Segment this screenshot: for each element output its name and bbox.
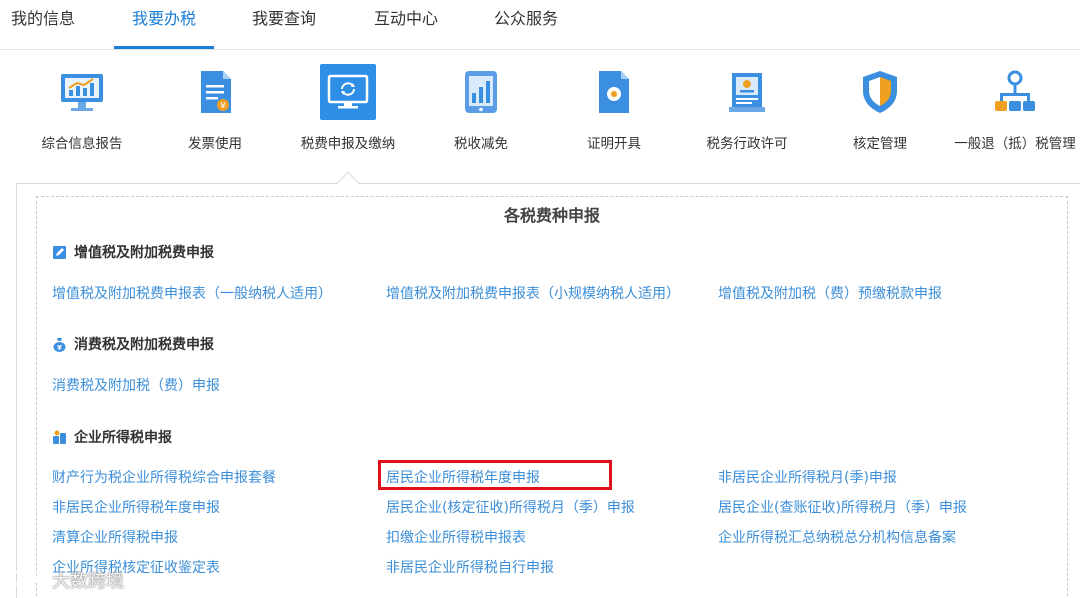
screen-refresh-icon — [320, 64, 376, 120]
shield-icon — [852, 64, 908, 120]
service-general-tax-refund[interactable]: 一般退（抵）税管理 — [950, 64, 1080, 153]
invoice-doc-icon: ¥ — [187, 64, 243, 120]
section-title: 企业所得税申报 — [74, 430, 172, 446]
money-bag-icon: ¥ — [52, 337, 67, 352]
edit-icon — [52, 245, 67, 260]
service-label: 一般退（抵）税管理 — [954, 136, 1076, 152]
tab-query[interactable]: 我要查询 — [236, 0, 332, 50]
section-consumption-tax-header: ¥ 消费税及附加税费申报 — [52, 334, 214, 354]
service-invoice-use[interactable]: ¥ 发票使用 — [150, 64, 280, 153]
service-certificate-issuance[interactable]: 证明开具 — [549, 64, 679, 153]
link-nonresident-cit-self-filing[interactable]: 非居民企业所得税自行申报 — [386, 557, 554, 577]
service-tax-reduction[interactable]: 税收减免 — [416, 64, 546, 153]
service-administrative-license[interactable]: 税务行政许可 — [682, 64, 812, 153]
watermark-text: 大数跨境 — [52, 570, 124, 592]
bar-chart-phone-icon — [453, 64, 509, 120]
service-label: 税收减免 — [454, 136, 508, 152]
link-vat-small-scale[interactable]: 增值税及附加税费申报表（小规模纳税人适用） — [386, 283, 680, 303]
svg-text:¥: ¥ — [57, 344, 62, 352]
org-tree-icon — [987, 64, 1043, 120]
service-comprehensive-report[interactable]: 综合信息报告 — [17, 64, 147, 153]
link-property-cit-combined[interactable]: 财产行为税企业所得税综合申报套餐 — [52, 467, 276, 487]
watermark-logo-icon — [12, 566, 48, 593]
link-vat-prepayment[interactable]: 增值税及附加税（费）预缴税款申报 — [718, 283, 942, 303]
svg-text:¥: ¥ — [220, 102, 226, 112]
tab-tax-handling[interactable]: 我要办税 — [114, 0, 214, 50]
link-vat-general-taxpayer[interactable]: 增值税及附加税费申报表（一般纳税人适用） — [52, 283, 332, 303]
license-book-icon — [719, 64, 775, 120]
service-label: 综合信息报告 — [41, 136, 123, 152]
link-consumption-tax-declaration[interactable]: 消费税及附加税（费）申报 — [52, 375, 220, 395]
highlight-box — [378, 460, 612, 490]
service-verification-management[interactable]: 核定管理 — [815, 64, 945, 153]
link-nonresident-cit-monthly[interactable]: 非居民企业所得税月(季)申报 — [718, 467, 897, 487]
service-label: 证明开具 — [587, 136, 641, 152]
panel-title: 各税费种申报 — [503, 206, 600, 225]
coins-icon — [52, 430, 67, 445]
link-liquidation-cit[interactable]: 清算企业所得税申报 — [52, 527, 178, 547]
section-title: 消费税及附加税费申报 — [74, 337, 214, 353]
tab-my-info[interactable]: 我的信息 — [0, 0, 86, 50]
active-tab-indicator — [114, 46, 214, 49]
service-label: 核定管理 — [853, 136, 907, 152]
monitor-chart-icon — [54, 64, 110, 120]
service-label: 税务行政许可 — [706, 136, 788, 152]
tab-interaction-center[interactable]: 互动中心 — [358, 0, 454, 50]
certificate-doc-icon — [586, 64, 642, 120]
service-icon-row: 综合信息报告 ¥ 发票使用 税费申报及缴纳 税收减免 证明开具 税务行政许可 核… — [0, 50, 1080, 180]
service-label: 发票使用 — [188, 136, 242, 152]
link-resident-cit-assessed-monthly[interactable]: 居民企业(核定征收)所得税月（季）申报 — [386, 497, 635, 517]
section-vat-header: 增值税及附加税费申报 — [52, 242, 214, 262]
section-corporate-income-tax-header: 企业所得税申报 — [52, 427, 172, 447]
link-cit-consolidated-filing[interactable]: 企业所得税汇总纳税总分机构信息备案 — [718, 527, 956, 547]
link-nonresident-cit-annual[interactable]: 非居民企业所得税年度申报 — [52, 497, 220, 517]
top-nav: 我的信息 我要办税 我要查询 互动中心 公众服务 — [0, 0, 1080, 50]
link-withholding-cit[interactable]: 扣缴企业所得税申报表 — [386, 527, 526, 547]
service-label: 税费申报及缴纳 — [300, 136, 396, 152]
watermark: 大数跨境 — [12, 566, 124, 593]
link-resident-cit-audited-monthly[interactable]: 居民企业(查账征收)所得税月（季）申报 — [718, 497, 967, 517]
tab-public-service[interactable]: 公众服务 — [478, 0, 574, 50]
service-tax-declaration-payment[interactable]: 税费申报及缴纳 — [283, 64, 413, 153]
section-title: 增值税及附加税费申报 — [74, 245, 214, 261]
